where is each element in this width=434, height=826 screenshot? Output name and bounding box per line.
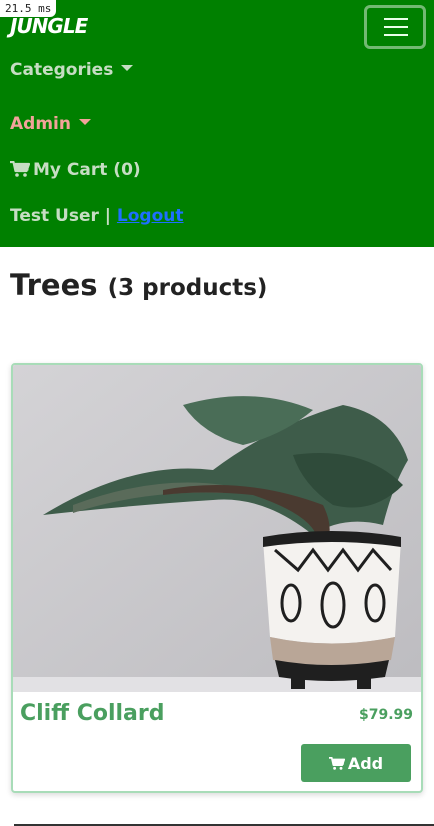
my-cart-link[interactable]: My Cart (0) — [10, 160, 141, 180]
categories-label: Categories — [10, 60, 114, 80]
admin-label: Admin — [10, 114, 71, 134]
product-image[interactable] — [13, 365, 421, 692]
caret-down-icon — [121, 65, 134, 71]
separator: | — [98, 206, 117, 226]
categories-dropdown[interactable]: Categories — [10, 60, 134, 80]
user-status: Test User | Logout — [10, 206, 184, 226]
brand-logo[interactable]: JUNGLE — [10, 14, 88, 38]
page-title: Trees (3 products) — [10, 268, 267, 302]
shopping-cart-icon — [328, 756, 345, 770]
product-card: Cliff Collard $79.99 Add — [11, 363, 423, 793]
product-count: (3 products) — [107, 275, 268, 301]
product-price: $79.99 — [358, 707, 413, 723]
category-title: Trees — [10, 268, 98, 302]
add-button-label: Add — [347, 753, 384, 773]
navbar-toggler-button[interactable] — [364, 5, 426, 49]
product-name: Cliff Collard — [20, 701, 165, 726]
shopping-cart-icon — [10, 161, 30, 177]
user-name: Test User — [10, 206, 99, 226]
navbar: JUNGLE Categories Admin My Cart (0) Test… — [0, 0, 434, 247]
admin-dropdown[interactable]: Admin — [10, 114, 91, 134]
caret-down-icon — [78, 119, 91, 125]
render-timing: 21.5 ms — [0, 0, 57, 17]
add-to-cart-button[interactable]: Add — [301, 744, 411, 782]
logout-link[interactable]: Logout — [117, 206, 184, 226]
my-cart-label: My Cart (0) — [33, 160, 141, 180]
